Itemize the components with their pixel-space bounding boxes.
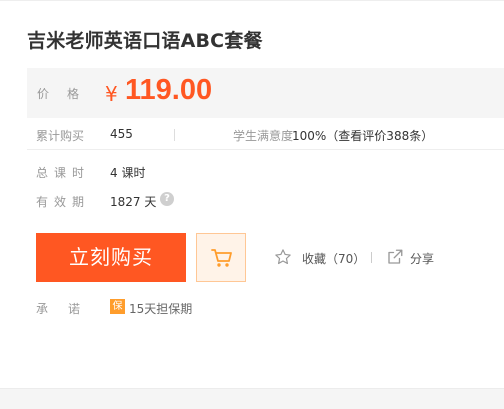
promise-label: 承诺	[36, 302, 101, 316]
top-divider	[0, 0, 504, 1]
total-lessons-value: 4 课时	[110, 166, 146, 180]
purchases-label: 累计购买	[36, 129, 85, 143]
action-divider	[371, 252, 372, 263]
course-title: 吉米老师英语口语ABC套餐	[27, 30, 263, 52]
add-to-cart-button[interactable]	[196, 233, 246, 282]
star-icon	[275, 249, 291, 265]
share-label: 分享	[410, 252, 435, 266]
price-currency: ¥	[105, 82, 118, 106]
buy-now-button[interactable]: 立刻购买	[36, 233, 186, 282]
price-box: 价格 ¥ 119.00	[27, 68, 504, 118]
favorite-label: 收藏（70）	[302, 252, 366, 266]
price-value: 119.00	[125, 74, 213, 106]
satisfaction-label: 学生满意度	[233, 129, 294, 143]
total-lessons-label: 总课时	[36, 166, 91, 180]
validity-label: 有效期	[36, 195, 91, 209]
price-label: 价格	[37, 87, 98, 101]
stats-row: 累计购买 455 学生满意度 100%（查看评价388条）	[27, 120, 504, 150]
share-icon	[388, 249, 403, 264]
shopping-cart-icon	[211, 249, 232, 267]
course-detail-panel: 吉米老师英语口语ABC套餐 价格 ¥ 119.00 累计购买 455 学生满意度…	[0, 0, 504, 409]
question-circle-icon[interactable]: ?	[160, 192, 174, 206]
stats-divider	[174, 129, 175, 141]
guarantee-text: 15天担保期	[129, 302, 193, 316]
guarantee-badge: 保	[110, 299, 125, 314]
validity-value: 1827 天	[110, 195, 157, 209]
purchases-value: 455	[110, 127, 133, 141]
satisfaction-value[interactable]: 100%（查看评价388条）	[292, 127, 433, 144]
bottom-strip	[0, 388, 504, 409]
